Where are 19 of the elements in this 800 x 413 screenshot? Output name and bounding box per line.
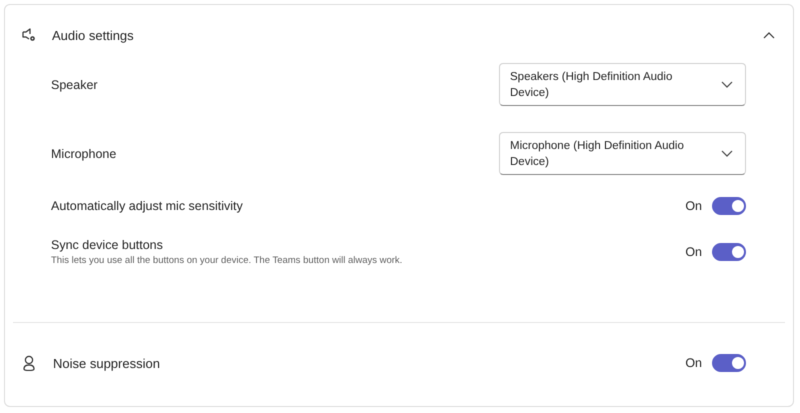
chevron-down-icon: [721, 80, 733, 88]
collapse-chevron-icon[interactable]: [763, 31, 775, 39]
setting-label: Microphone: [51, 146, 116, 160]
toggle-switch[interactable]: [712, 243, 746, 261]
device-dropdown[interactable]: Microphone (High Definition Audio Device): [499, 132, 746, 175]
device-dropdown[interactable]: Speakers (High Definition Audio Device): [499, 63, 746, 106]
speaker-gear-icon: [21, 27, 37, 43]
setting-label: Sync device buttons: [51, 238, 164, 252]
toggle-switch[interactable]: [712, 197, 746, 215]
toggle-state-text: On: [685, 356, 702, 370]
setting-label: Speaker: [51, 78, 98, 92]
toggle-state-text: On: [685, 199, 702, 213]
toggle-state-text: On: [685, 245, 702, 259]
setting-label: Automatically adjust mic sensitivity: [51, 199, 243, 213]
setting-description: This lets you use all the buttons on your device. The Teams button will always work.: [51, 255, 402, 266]
toggle-switch[interactable]: [712, 354, 746, 372]
chevron-down-icon: [721, 150, 733, 158]
setting-label: Noise suppression: [53, 356, 161, 370]
section-title: Audio settings: [52, 28, 135, 42]
